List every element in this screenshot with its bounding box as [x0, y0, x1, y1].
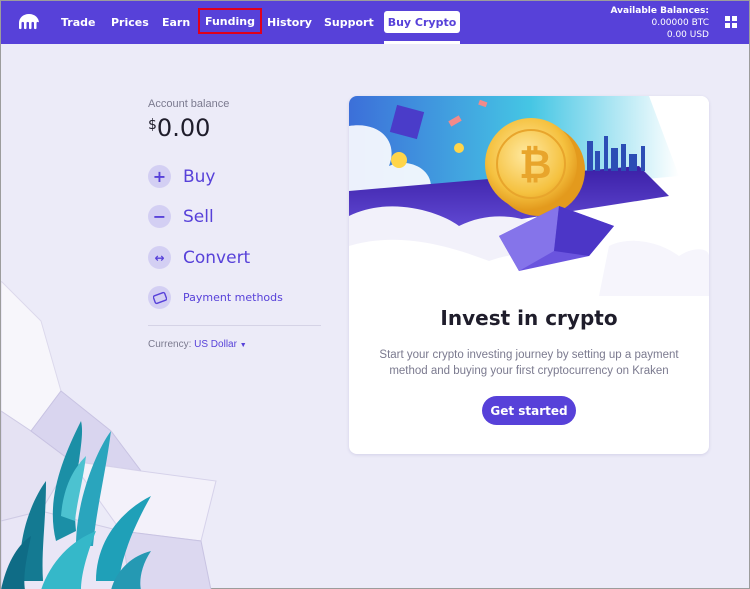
- balance-amount: 0.00: [156, 114, 211, 142]
- minus-icon: −: [148, 205, 171, 228]
- kraken-logo-icon[interactable]: [18, 13, 40, 31]
- account-balance-label: Account balance: [148, 98, 230, 110]
- apps-grid-icon[interactable]: [725, 16, 737, 28]
- currency-selector[interactable]: Currency: US Dollar ▼: [148, 339, 247, 350]
- divider: [148, 325, 321, 326]
- sell-action[interactable]: − Sell: [148, 205, 214, 228]
- balance-btc: 0.00000 BTC: [651, 18, 709, 28]
- currency-symbol: $: [148, 117, 157, 133]
- card-description: Start your crypto investing journey by s…: [379, 349, 679, 377]
- account-balance-value: $0.00: [148, 114, 210, 142]
- invest-card: ₿ Invest in crypto Start your crypto inv…: [349, 96, 709, 454]
- convert-action[interactable]: ↔ Convert: [148, 246, 250, 269]
- buy-label: Buy: [183, 166, 216, 187]
- nav-history[interactable]: History: [267, 1, 312, 44]
- available-balances[interactable]: Available Balances: 0.00000 BTC 0.00 USD: [611, 5, 710, 41]
- balance-usd: 0.00 USD: [666, 30, 709, 40]
- currency-label: Currency:: [148, 339, 192, 350]
- payment-methods-link[interactable]: Payment methods: [148, 286, 283, 309]
- svg-text:₿: ₿: [519, 142, 552, 188]
- nav-prices[interactable]: Prices: [111, 1, 149, 44]
- plus-icon: +: [148, 165, 171, 188]
- sell-label: Sell: [183, 206, 214, 227]
- convert-label: Convert: [183, 247, 251, 268]
- top-nav: Trade Prices Earn Funding History Suppor…: [1, 1, 749, 44]
- active-tab-indicator: [384, 41, 460, 44]
- balances-title: Available Balances:: [610, 6, 710, 16]
- nav-trade[interactable]: Trade: [61, 1, 95, 44]
- get-started-button[interactable]: Get started: [482, 396, 576, 425]
- buy-action[interactable]: + Buy: [148, 165, 216, 188]
- card-title: Invest in crypto: [440, 306, 618, 330]
- buy-crypto-button[interactable]: Buy Crypto: [384, 11, 460, 33]
- nav-earn[interactable]: Earn: [162, 1, 190, 44]
- swap-icon: ↔: [148, 246, 171, 269]
- payment-methods-label: Payment methods: [183, 291, 283, 304]
- chevron-down-icon: ▼: [239, 342, 247, 349]
- currency-value[interactable]: US Dollar: [194, 339, 237, 350]
- card-icon: [148, 286, 171, 309]
- nav-funding[interactable]: Funding: [198, 8, 262, 34]
- bitcoin-hero-illustration: ₿: [349, 96, 709, 296]
- nav-support[interactable]: Support: [324, 1, 374, 44]
- decorative-illustration: [1, 281, 217, 589]
